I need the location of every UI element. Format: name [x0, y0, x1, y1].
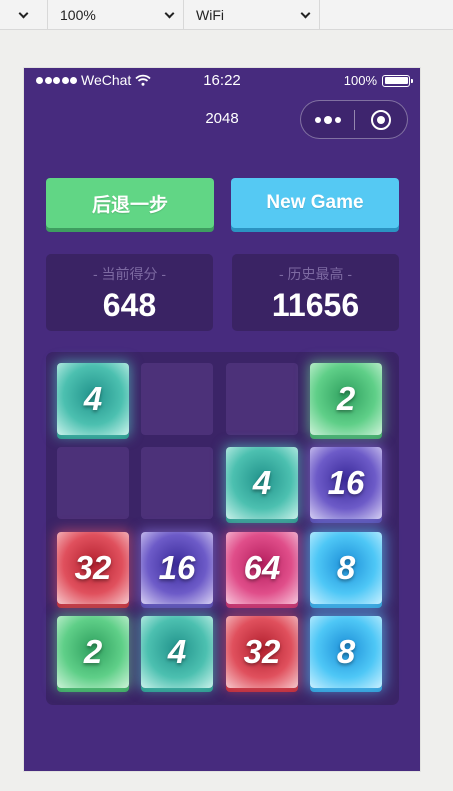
- chevron-down-icon: [300, 8, 311, 18]
- tile: 8: [310, 616, 382, 688]
- battery-icon: [382, 74, 413, 87]
- best-score-box: - 历史最高 - 11656: [232, 254, 399, 331]
- empty-cell: [141, 447, 213, 519]
- tile: 32: [226, 616, 298, 688]
- empty-cell: [226, 363, 298, 435]
- zoom-value: 100%: [60, 7, 96, 23]
- more-menu-button[interactable]: [301, 101, 354, 138]
- device-dropdown[interactable]: [0, 0, 48, 30]
- tile: 16: [310, 447, 382, 519]
- tile: 2: [310, 363, 382, 435]
- current-score-box: - 当前得分 - 648: [46, 254, 213, 331]
- miniprogram-capsule: [300, 100, 408, 139]
- current-score-value: 648: [102, 287, 157, 323]
- new-game-button[interactable]: New Game: [231, 178, 399, 228]
- tile: 16: [141, 532, 213, 604]
- battery-percent: 100%: [343, 73, 377, 88]
- tile: 2: [57, 616, 129, 688]
- chevron-down-icon: [164, 8, 175, 18]
- close-button[interactable]: [355, 101, 407, 138]
- tile: 32: [57, 532, 129, 604]
- tile: 8: [310, 532, 382, 604]
- status-bar: WeChat 16:22 100%: [24, 68, 420, 92]
- best-score-label: - 历史最高 -: [278, 266, 353, 282]
- phone-screen: WeChat 16:22 100% 2048 后退一步 New Game - 当…: [24, 68, 420, 771]
- empty-cell: [141, 363, 213, 435]
- empty-cell: [57, 447, 129, 519]
- current-score-label: - 当前得分 -: [92, 266, 167, 282]
- network-dropdown[interactable]: WiFi: [184, 0, 320, 30]
- network-value: WiFi: [196, 7, 224, 23]
- tile: 4: [141, 616, 213, 688]
- tile: 64: [226, 532, 298, 604]
- best-score-value: 11656: [271, 287, 360, 323]
- chevron-down-icon: [18, 8, 29, 18]
- close-circle-icon: [371, 109, 391, 130]
- tile: 4: [226, 447, 298, 519]
- zoom-dropdown[interactable]: 100%: [48, 0, 184, 30]
- devtools-toolbar: 100% WiFi: [0, 0, 453, 30]
- game-board[interactable]: 4 2 4 16 32 16 64 8 2 4 32 8: [46, 352, 399, 705]
- tile: 4: [57, 363, 129, 435]
- more-dots-icon: [314, 116, 321, 123]
- undo-button[interactable]: 后退一步: [46, 178, 214, 228]
